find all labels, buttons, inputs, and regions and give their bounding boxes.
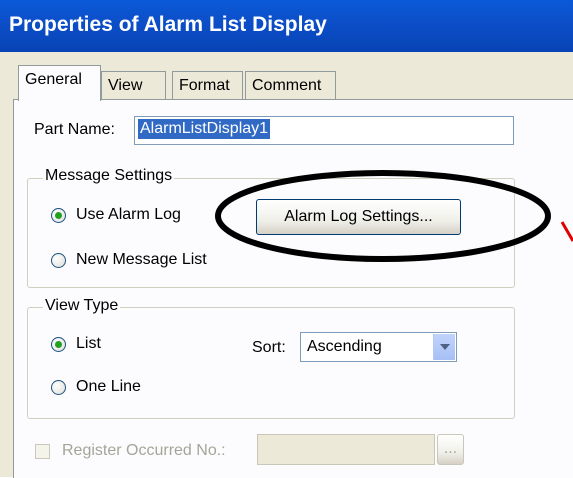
tab-general[interactable]: General <box>18 65 101 101</box>
pointer-line <box>560 221 573 242</box>
tab-general-label: General <box>25 71 82 88</box>
highlight-circle <box>215 170 551 262</box>
properties-dialog: Properties of Alarm List Display General… <box>0 0 573 478</box>
